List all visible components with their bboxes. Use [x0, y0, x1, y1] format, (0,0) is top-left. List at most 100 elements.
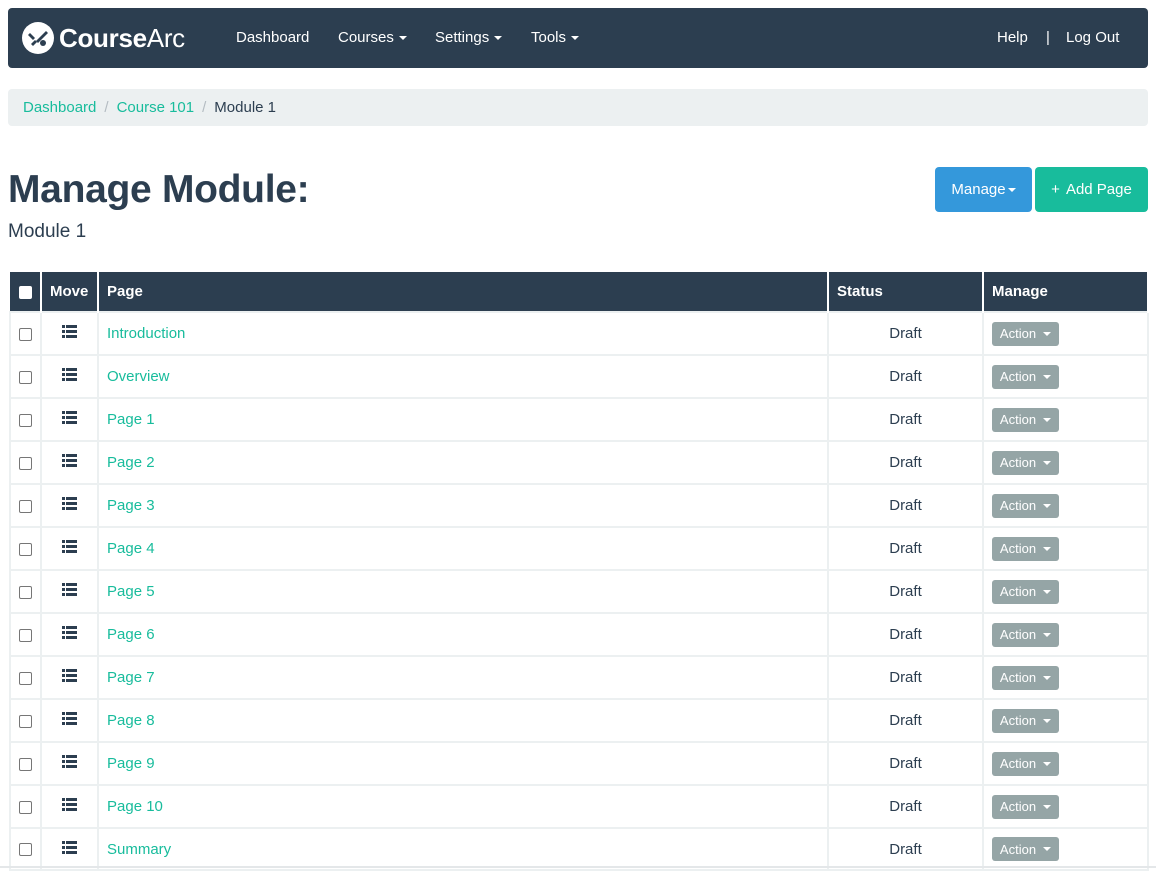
- row-checkbox[interactable]: [19, 456, 32, 470]
- breadcrumb-dashboard[interactable]: Dashboard: [23, 99, 96, 116]
- action-dropdown-button[interactable]: Action: [992, 579, 1059, 604]
- action-dropdown-button[interactable]: Action: [992, 493, 1059, 518]
- chevron-down-icon: [398, 36, 407, 41]
- drag-handle-list-icon[interactable]: [62, 497, 77, 514]
- nav-help[interactable]: Help: [997, 28, 1028, 48]
- row-select-cell: [9, 569, 42, 614]
- breadcrumb: Dashboard / Course 101 / Module 1: [8, 89, 1148, 126]
- page-link[interactable]: Page 5: [107, 583, 155, 600]
- row-select-cell: [9, 698, 42, 743]
- table-header-row: Move Page Status Manage: [9, 270, 1149, 312]
- row-manage-cell: Action: [982, 569, 1149, 614]
- row-status: Draft: [827, 311, 984, 356]
- drag-handle-list-icon[interactable]: [62, 755, 77, 772]
- drag-handle-list-icon[interactable]: [62, 840, 77, 858]
- header-select-all: [9, 270, 42, 312]
- table-row: Page 4 Draft Action: [9, 526, 1149, 571]
- nav-tools-dropdown[interactable]: Tools: [531, 28, 580, 48]
- chevron-down-icon: [1043, 589, 1052, 594]
- page-link[interactable]: Page 2: [107, 454, 155, 471]
- drag-handle-list-icon[interactable]: [62, 669, 77, 686]
- row-page-cell: Page 7: [97, 655, 829, 700]
- row-checkbox[interactable]: [19, 800, 32, 814]
- row-page-cell: Page 3: [97, 483, 829, 528]
- page-link[interactable]: Page 8: [107, 712, 155, 729]
- drag-handle-list-icon[interactable]: [62, 411, 77, 428]
- action-dropdown-button[interactable]: Action: [992, 837, 1059, 861]
- row-checkbox[interactable]: [19, 757, 32, 771]
- action-dropdown-button[interactable]: Action: [992, 708, 1059, 733]
- row-page-cell: Page 5: [97, 569, 829, 614]
- page-link[interactable]: Page 6: [107, 626, 155, 643]
- page-link[interactable]: Page 10: [107, 798, 163, 815]
- page-subtitle: Module 1: [8, 221, 87, 242]
- page-link[interactable]: Page 9: [107, 755, 155, 772]
- action-dropdown-button[interactable]: Action: [992, 364, 1059, 389]
- manage-dropdown-button[interactable]: Manage: [935, 167, 1032, 212]
- action-dropdown-button[interactable]: Action: [992, 450, 1059, 475]
- header-page: Page: [97, 270, 829, 312]
- nav-settings-dropdown[interactable]: Settings: [435, 28, 503, 48]
- chevron-down-icon: [1043, 847, 1052, 851]
- action-dropdown-button[interactable]: Action: [992, 321, 1059, 346]
- add-page-button[interactable]: + Add Page: [1035, 167, 1148, 212]
- brand-logo-link[interactable]: CourseArc: [22, 22, 185, 54]
- nav-dashboard[interactable]: Dashboard: [236, 28, 309, 48]
- table-row: Page 8 Draft Action: [9, 698, 1149, 743]
- coursearc-logo-icon: [22, 22, 54, 54]
- drag-handle-list-icon[interactable]: [62, 712, 77, 729]
- row-move-cell: [40, 612, 99, 657]
- chevron-down-icon: [1043, 374, 1052, 379]
- action-dropdown-button[interactable]: Action: [992, 665, 1059, 690]
- drag-handle-list-icon[interactable]: [62, 798, 77, 815]
- action-dropdown-button[interactable]: Action: [992, 536, 1059, 561]
- page-link[interactable]: Page 4: [107, 540, 155, 557]
- drag-handle-list-icon[interactable]: [62, 454, 77, 471]
- row-checkbox[interactable]: [19, 499, 32, 513]
- page-link[interactable]: Page 7: [107, 669, 155, 686]
- drag-handle-list-icon[interactable]: [62, 626, 77, 643]
- chevron-down-icon: [1043, 460, 1052, 465]
- nav-logout[interactable]: Log Out: [1066, 28, 1119, 48]
- header-manage: Manage: [982, 270, 1149, 312]
- page-link[interactable]: Summary: [107, 841, 171, 858]
- row-checkbox[interactable]: [19, 542, 32, 556]
- row-page-cell: Page 10: [97, 784, 829, 829]
- chevron-down-icon: [1043, 417, 1052, 422]
- breadcrumb-course[interactable]: Course 101: [117, 99, 195, 116]
- chevron-down-icon: [1043, 761, 1052, 766]
- drag-handle-list-icon[interactable]: [62, 540, 77, 557]
- row-checkbox[interactable]: [19, 327, 32, 341]
- page-link[interactable]: Page 1: [107, 411, 155, 428]
- table-row: Page 5 Draft Action: [9, 569, 1149, 614]
- row-status: Draft: [827, 698, 984, 743]
- row-checkbox[interactable]: [19, 843, 32, 857]
- page-link[interactable]: Page 3: [107, 497, 155, 514]
- row-checkbox[interactable]: [19, 714, 32, 728]
- nav-courses-dropdown[interactable]: Courses: [338, 28, 407, 48]
- row-status: Draft: [827, 655, 984, 700]
- row-status: Draft: [827, 440, 984, 485]
- action-dropdown-button[interactable]: Action: [992, 751, 1059, 776]
- action-dropdown-button[interactable]: Action: [992, 622, 1059, 647]
- row-checkbox[interactable]: [19, 413, 32, 427]
- row-checkbox[interactable]: [19, 628, 32, 642]
- select-all-checkbox[interactable]: [18, 285, 32, 299]
- row-checkbox[interactable]: [19, 585, 32, 599]
- row-checkbox[interactable]: [19, 671, 32, 685]
- row-page-cell: Page 6: [97, 612, 829, 657]
- row-page-cell: Page 1: [97, 397, 829, 442]
- page-link[interactable]: Introduction: [107, 325, 185, 342]
- row-checkbox[interactable]: [19, 370, 32, 384]
- drag-handle-list-icon[interactable]: [62, 325, 77, 342]
- row-page-cell: Page 4: [97, 526, 829, 571]
- drag-handle-list-icon[interactable]: [62, 583, 77, 600]
- row-status: Draft: [827, 483, 984, 528]
- row-manage-cell: Action: [982, 655, 1149, 700]
- drag-handle-list-icon[interactable]: [62, 368, 77, 385]
- row-page-cell: Summary: [97, 827, 829, 871]
- action-dropdown-button[interactable]: Action: [992, 407, 1059, 432]
- action-dropdown-button[interactable]: Action: [992, 794, 1059, 819]
- page-link[interactable]: Overview: [107, 368, 170, 385]
- chevron-down-icon: [1007, 187, 1016, 192]
